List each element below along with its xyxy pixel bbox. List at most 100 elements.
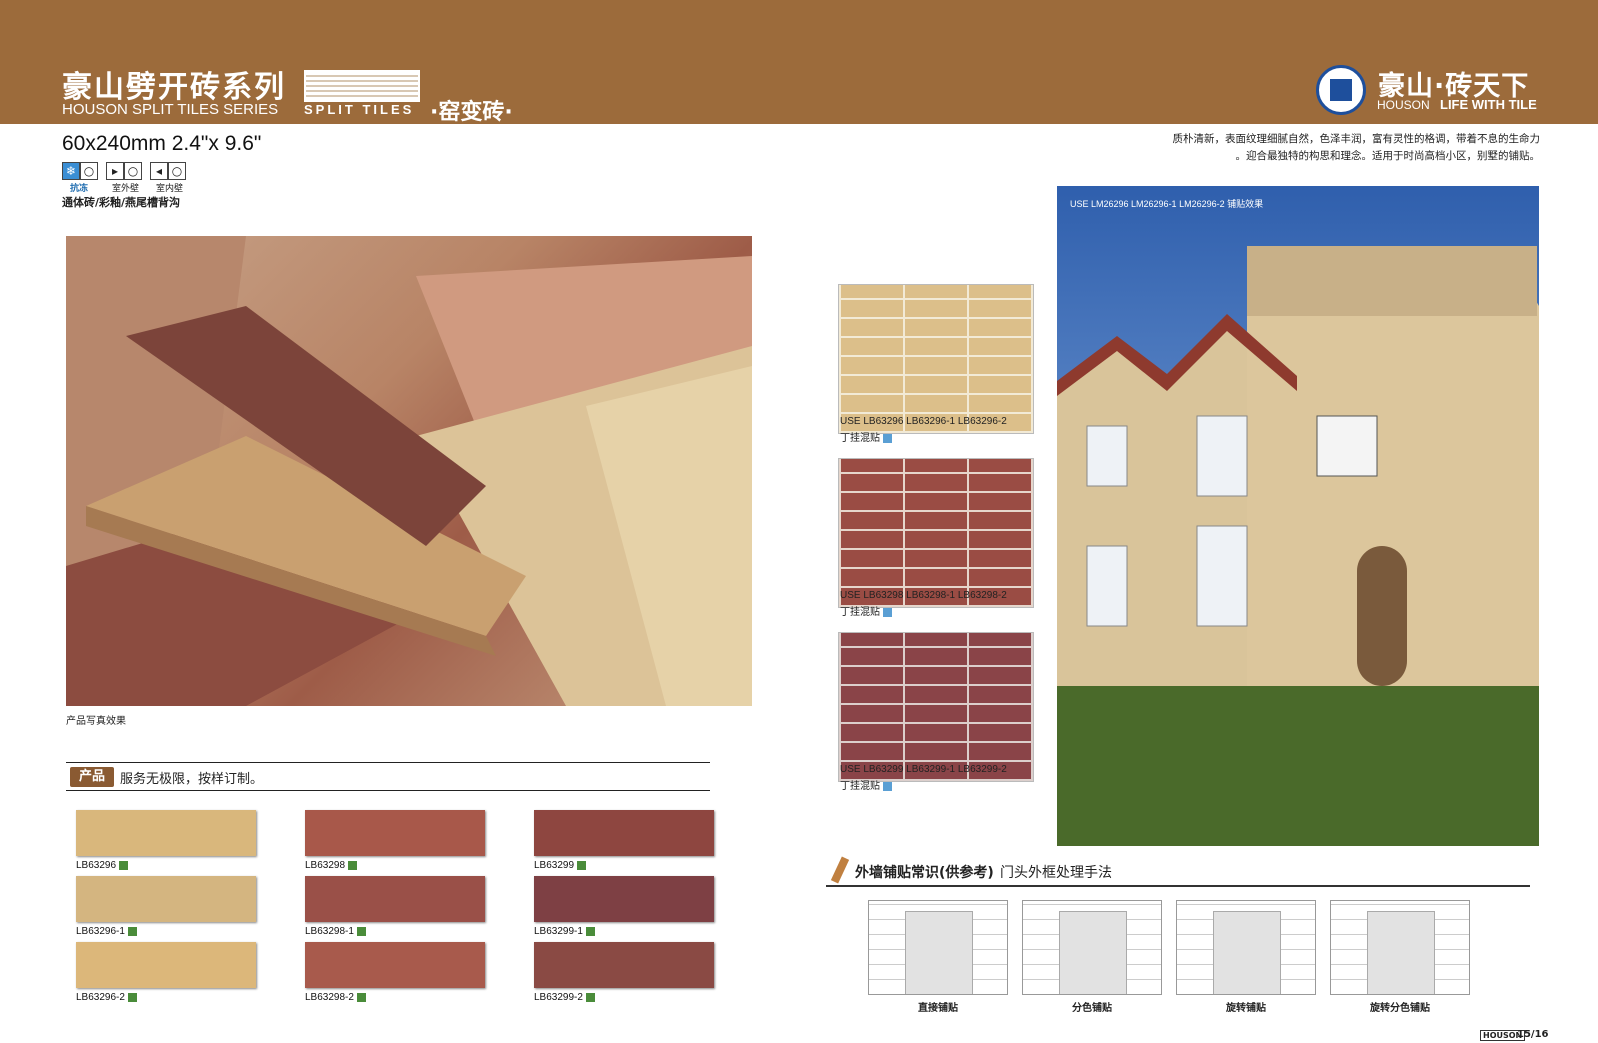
method-diagram-rotate [1176, 900, 1316, 995]
mix-icon [883, 607, 892, 617]
check-icon [585, 926, 595, 936]
brick-mix-label: 丁挂混贴 [840, 433, 880, 444]
wall-knowledge-title: 外墙铺贴常识(供参考) [855, 865, 994, 881]
brand-logo-mark-icon [1330, 79, 1352, 101]
swatch-code: LB63299-2 [534, 992, 595, 1003]
method-label-color: 分色铺贴 [1072, 1003, 1112, 1014]
interior-circle-icon: ○ [168, 162, 186, 180]
swatch-code-text: LB63296 [76, 860, 117, 871]
tile-size: 60x240mm 2.4"x 9.6" [62, 132, 262, 155]
check-icon [119, 860, 129, 870]
door-icon [1213, 911, 1281, 994]
brand-name-en: HOUSON [1377, 98, 1430, 112]
swatch-code: LB63299 [534, 860, 587, 871]
tile-swatch [76, 810, 256, 856]
wall-knowledge-subtitle: 门头外框处理手法 [1000, 865, 1112, 881]
brick-mix-63296: 丁挂混贴 [840, 429, 892, 444]
mix-icon [883, 781, 892, 791]
check-icon [577, 860, 587, 870]
tile-swatch [76, 942, 256, 988]
tiles-illustration [66, 236, 752, 706]
swatch-code-text: LB63299 [534, 860, 575, 871]
mix-icon [883, 433, 892, 443]
check-icon [356, 992, 366, 1002]
swatch-code-text: LB63296-2 [76, 992, 125, 1003]
method-diagram-direct [868, 900, 1008, 995]
interior-caption: 室内壁 [156, 184, 184, 194]
swatch-code-text: LB63299-1 [534, 926, 583, 937]
body-type-note: 通体砖/彩釉/燕尾槽背沟 [62, 196, 181, 209]
tile-swatch [305, 876, 485, 922]
tile-swatch [305, 810, 485, 856]
door-icon [1367, 911, 1435, 994]
page-number: 15/16 [1517, 1029, 1549, 1040]
swatch-code-text: LB63298 [305, 860, 346, 871]
brick-panel-63296 [838, 284, 1034, 434]
swatch-code: LB63296 [76, 860, 129, 871]
brick-use-63296: USE LB63296 LB63296-1 LB63296-2 [840, 416, 1007, 427]
door-icon [905, 911, 973, 994]
exterior-wall-icon: ▸ [106, 162, 124, 180]
swatch-code-text: LB63298-1 [305, 926, 354, 937]
method-diagram-color [1022, 900, 1162, 995]
frost-circle-icon: ○ [80, 162, 98, 180]
product-tag: 产品 [70, 767, 114, 787]
brick-use-63299: USE LB63299 LB63299-1 LB63299-2 [840, 764, 1007, 775]
divider [66, 762, 710, 763]
house-caption: USE LM26296 LM26296-1 LM26296-2 铺贴效果 [1070, 199, 1264, 209]
pencil-icon [830, 856, 850, 884]
exterior-caption: 室外壁 [112, 184, 140, 194]
swatch-code: LB63296-1 [76, 926, 137, 937]
tile-swatch [305, 942, 485, 988]
brick-mix-63299: 丁挂混贴 [840, 777, 892, 792]
split-tiles-graphic [304, 70, 420, 102]
method-label-rotate: 旋转铺贴 [1226, 1003, 1266, 1014]
swatch-code: LB63296-2 [76, 992, 137, 1003]
brick-use-63298: USE LB63298 LB63298-1 LB63298-2 [840, 590, 1007, 601]
tile-swatch [534, 942, 714, 988]
check-icon [127, 926, 137, 936]
product-description: 质朴清新，表面纹理细腻自然，色泽丰润，富有灵性的格调，带着不息的生命力 。迎合最… [1150, 131, 1541, 165]
product-slogan: 服务无极限，按样订制。 [120, 772, 264, 787]
photo-caption: 产品写真效果 [66, 716, 126, 727]
brick-panel-63298 [838, 458, 1034, 608]
check-icon [356, 926, 366, 936]
swatch-code: LB63298-1 [305, 926, 366, 937]
house-illustration [1057, 246, 1539, 846]
product-photo [66, 236, 752, 706]
brick-mix-label: 丁挂混贴 [840, 781, 880, 792]
check-icon [585, 992, 595, 1002]
divider [826, 885, 1530, 887]
tile-swatch [534, 876, 714, 922]
swatch-code-text: LB63298-2 [305, 992, 354, 1003]
interior-wall-icon: ◂ [150, 162, 168, 180]
swatch-code-text: LB63296-1 [76, 926, 125, 937]
swatch-code-text: LB63299-2 [534, 992, 583, 1003]
exterior-circle-icon: ○ [124, 162, 142, 180]
brick-panel-63299 [838, 632, 1034, 782]
tile-swatch [534, 810, 714, 856]
method-label-rotate-color: 旋转分色铺贴 [1370, 1003, 1430, 1014]
series-title-cn: 豪山劈开砖系列 [62, 70, 286, 105]
brick-mix-label: 丁挂混贴 [840, 607, 880, 618]
method-diagram-rotate-color [1330, 900, 1470, 995]
swatch-code: LB63299-1 [534, 926, 595, 937]
swatch-code: LB63298-2 [305, 992, 366, 1003]
description-line-2: 。迎合最独特的构思和理念。适用于时尚高档小区，别墅的铺贴。 [1235, 150, 1541, 162]
split-tiles-label: SPLIT TILES [304, 102, 415, 117]
door-icon [1059, 911, 1127, 994]
description-line-1: 质朴清新，表面纹理细腻自然，色泽丰润，富有灵性的格调，带着不息的生命力 [1172, 133, 1541, 145]
tile-swatch [76, 876, 256, 922]
check-icon [127, 992, 137, 1002]
divider [66, 790, 710, 791]
brick-mix-63298: 丁挂混贴 [840, 603, 892, 618]
frost-resistant-icon: ❄ [62, 162, 80, 180]
series-title-en: HOUSON SPLIT TILES SERIES [62, 101, 279, 118]
method-label-direct: 直接铺贴 [918, 1003, 958, 1014]
check-icon [348, 860, 358, 870]
house-application-photo [1057, 186, 1539, 846]
kiln-variation-label: ·窑变砖· [430, 100, 513, 125]
frost-caption: 抗冻 [70, 184, 89, 194]
swatch-code: LB63298 [305, 860, 358, 871]
brand-slogan: LIFE WITH TILE [1440, 97, 1537, 112]
